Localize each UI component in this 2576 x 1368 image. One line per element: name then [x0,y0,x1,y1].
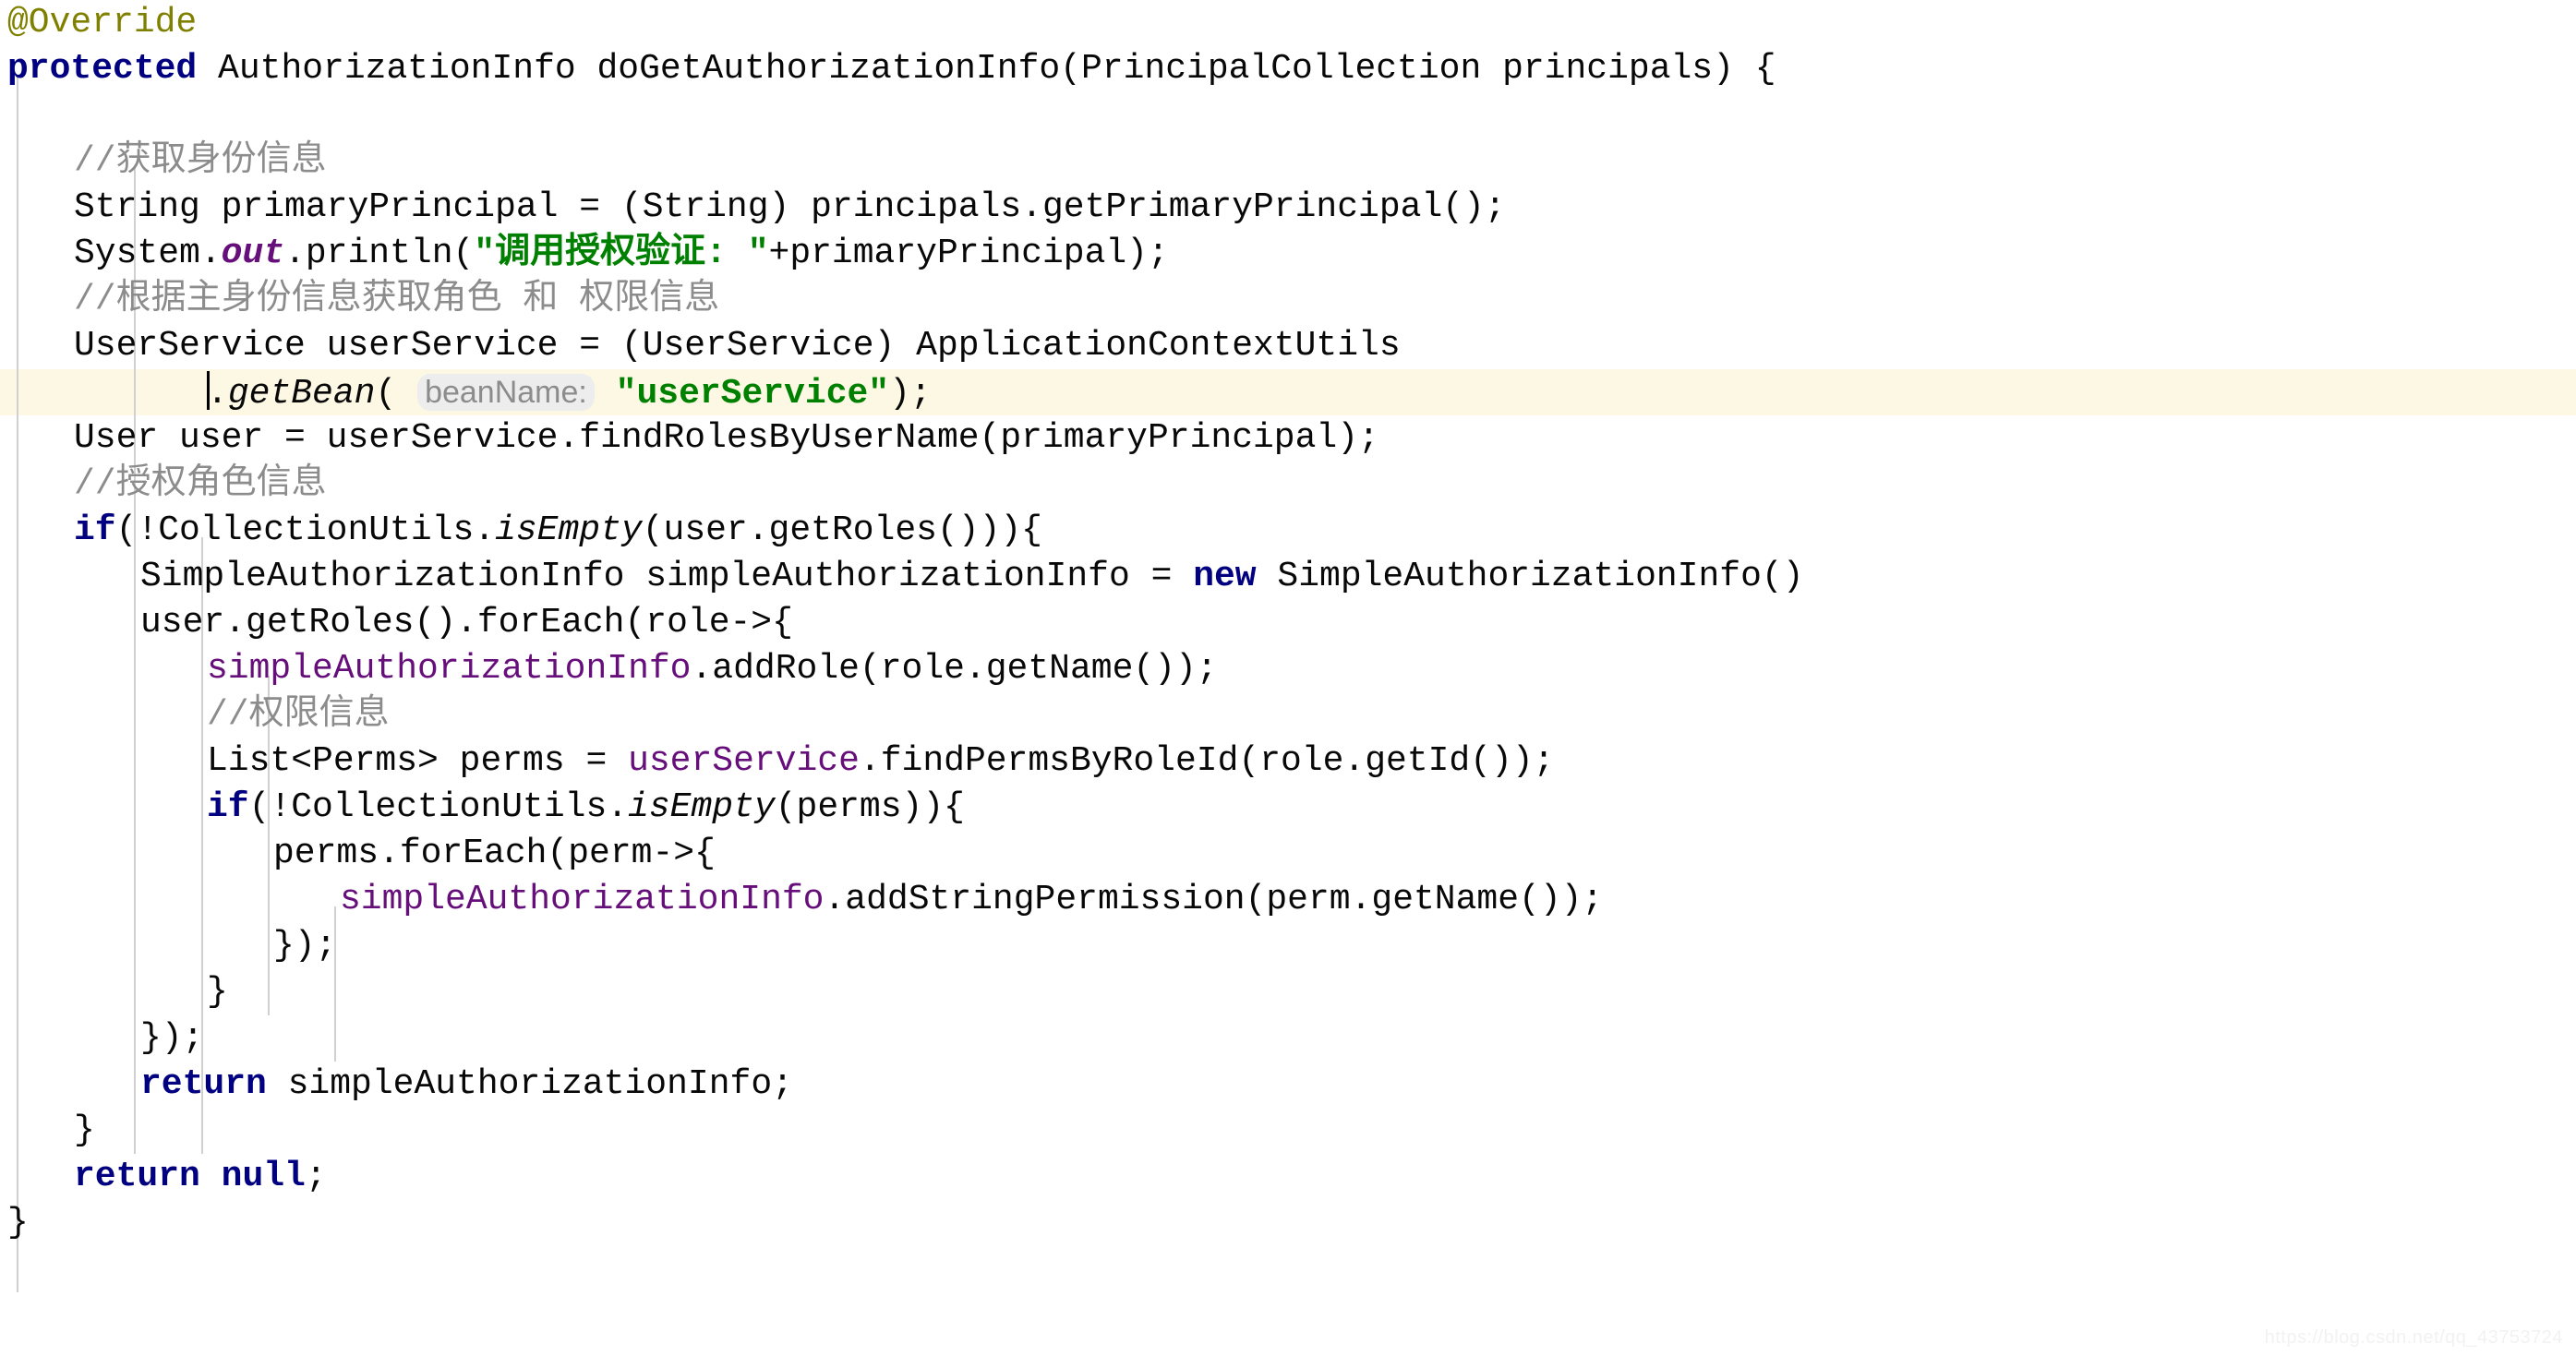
code-comment: //权限信息 [207,695,390,735]
static-field: out [221,234,285,273]
java-keyword: null [221,1157,306,1196]
code-line[interactable]: .getBean( beanName: "userService"); [0,369,2576,415]
method-name: isEmpty [495,510,643,550]
code-line[interactable]: String primaryPrincipal = (String) princ… [0,185,2576,231]
code-line[interactable]: User user = userService.findRolesByUserN… [0,415,2576,462]
code-line[interactable]: //授权角色信息 [0,462,2576,508]
code-content[interactable]: @Override protected AuthorizationInfo doG… [0,0,2576,1246]
code-token: String primaryPrincipal = (String) princ… [74,187,1506,227]
local-variable: simpleAuthorizationInfo [207,649,692,689]
java-keyword: if [74,510,116,550]
code-token: User user = userService.findRolesByUserN… [74,418,1379,458]
inlay-hint-parameter: beanName: [417,374,595,411]
code-line[interactable]: return simpleAuthorizationInfo; [0,1062,2576,1108]
method-name: isEmpty [628,787,776,827]
code-token: ( [375,374,418,414]
string-literal: "userService" [615,374,890,414]
code-line[interactable]: System.out.println("调用授权验证: "+primaryPri… [0,231,2576,277]
code-line[interactable]: } [0,1200,2576,1246]
string-literal: "调用授权验证: " [474,234,769,273]
code-line[interactable] [0,92,2576,138]
code-token: ; [305,1157,327,1196]
code-line[interactable]: //获取身份信息 [0,138,2576,185]
code-token: SimpleAuthorizationInfo simpleAuthorizat… [140,557,1194,596]
code-comment: //授权角色信息 [74,464,327,504]
code-token: }); [140,1018,204,1058]
java-keyword: new [1193,557,1257,596]
code-comment: //根据主身份信息获取角色 和 权限信息 [74,280,720,319]
code-line[interactable]: if(!CollectionUtils.isEmpty(perms)){ [0,785,2576,831]
code-line[interactable]: UserService userService = (UserService) … [0,323,2576,369]
code-token: +primaryPrincipal); [768,234,1169,273]
code-token: System. [74,234,222,273]
code-token: ); [889,374,932,414]
code-line[interactable]: List<Perms> perms = userService.findPerm… [0,738,2576,785]
code-token: (!CollectionUtils. [115,510,496,550]
code-token: (perms)){ [775,787,965,827]
code-token: UserService userService = (UserService) … [74,326,1401,366]
code-token: SimpleAuthorizationInfo() [1256,557,1804,596]
code-line[interactable]: perms.forEach(perm->{ [0,831,2576,877]
code-token: user.getRoles().forEach(role->{ [140,603,793,642]
code-line[interactable]: }); [0,1015,2576,1062]
code-token: } [74,1110,95,1150]
code-line[interactable]: simpleAuthorizationInfo.addRole(role.get… [0,646,2576,692]
java-keyword: return [74,1157,200,1196]
code-line[interactable]: protected AuthorizationInfo doGetAuthori… [0,46,2576,92]
code-token: } [7,1203,29,1242]
java-keyword: return [140,1064,267,1104]
code-token: .findPermsByRoleId(role.getId()); [859,741,1555,781]
local-variable: simpleAuthorizationInfo [340,880,825,919]
code-line[interactable]: return null; [0,1154,2576,1200]
code-comment: //获取身份信息 [74,141,327,181]
code-token: simpleAuthorizationInfo; [266,1064,793,1104]
java-keyword: if [207,787,249,827]
code-token: }); [273,926,337,966]
code-token: List<Perms> perms = [207,741,629,781]
code-line[interactable]: //权限信息 [0,692,2576,738]
java-keyword: protected [7,49,198,89]
code-token: . [207,374,228,414]
watermark: https://blog.csdn.net/qq_43753724 [2264,1327,2563,1348]
code-token: } [207,972,228,1012]
code-line[interactable]: SimpleAuthorizationInfo simpleAuthorizat… [0,554,2576,600]
code-editor[interactable]: @Override protected AuthorizationInfo doG… [0,0,2576,1368]
code-token: .addRole(role.getName()); [691,649,1218,689]
code-token: (user.getRoles())){ [642,510,1042,550]
code-line[interactable]: //根据主身份信息获取角色 和 权限信息 [0,277,2576,323]
code-token: (!CollectionUtils. [248,787,629,827]
java-annotation: @Override [7,3,198,42]
code-token: perms.forEach(perm->{ [273,834,716,873]
code-token: .addStringPermission(perm.getName()); [824,880,1604,919]
code-token: .println( [284,234,475,273]
code-line[interactable]: if(!CollectionUtils.isEmpty(user.getRole… [0,508,2576,554]
method-name: getBean [227,374,376,414]
code-line[interactable]: user.getRoles().forEach(role->{ [0,600,2576,646]
code-token: AuthorizationInfo doGetAuthorizationInfo… [197,49,1776,89]
code-line[interactable]: }); [0,923,2576,969]
local-variable: userService [628,741,860,781]
code-line[interactable]: @Override [0,0,2576,46]
code-line[interactable]: } [0,969,2576,1015]
code-line[interactable]: } [0,1108,2576,1154]
code-line[interactable]: simpleAuthorizationInfo.addStringPermiss… [0,877,2576,923]
